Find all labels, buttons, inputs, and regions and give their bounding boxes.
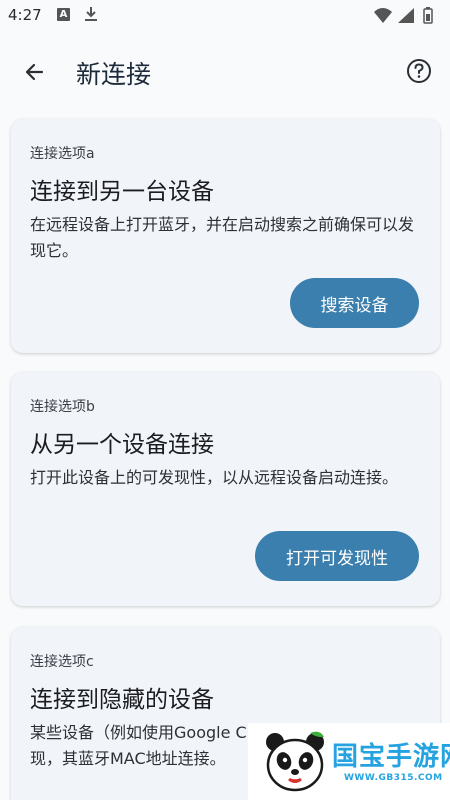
search-devices-button[interactable]: 搜索设备 [290,278,419,328]
download-icon [84,6,98,26]
status-indicators [372,6,442,26]
signal-icon [398,8,414,23]
watermark-brand: 国宝手游网 [332,742,450,772]
card-title: 从另一个设备连接 [30,432,214,458]
app-notification-icon: A [57,8,70,21]
card-description: 在远程设备上打开蓝牙，并在启动搜索之前确保可以发现它。 [30,215,415,260]
option-label: 连接选项c [30,654,94,670]
card-title: 连接到隐藏的设备 [30,687,214,713]
card-description: 打开此设备上的可发现性，以从远程设备启动连接。 [30,468,399,487]
app-bar: 新连接 [0,44,450,100]
connection-option-card-a: 连接选项a 连接到另一台设备 在远程设备上打开蓝牙，并在启动搜索之前确保可以发现… [11,119,440,353]
status-bar: 4:27 A [0,0,450,34]
card-title: 连接到另一台设备 [30,179,214,205]
battery-icon [423,7,433,24]
wifi-icon [374,8,392,23]
page-title: 新连接 [76,60,152,89]
status-time: 4:27 [8,6,42,24]
watermark-logo: 国宝手游网 WWW.GB315.COM [248,723,450,800]
help-button[interactable] [404,56,434,86]
arrow-back-icon [25,63,44,81]
connection-option-card-b: 连接选项b 从另一个设备连接 打开此设备上的可发现性，以从远程设备启动连接。 打… [11,372,440,606]
panda-mascot-icon [266,731,324,792]
enable-discoverability-button[interactable]: 打开可发现性 [255,531,419,581]
option-label: 连接选项a [30,146,95,162]
option-label: 连接选项b [30,399,95,415]
back-button[interactable] [18,56,50,88]
watermark-url: WWW.GB315.COM [344,773,443,783]
help-icon [407,59,431,83]
